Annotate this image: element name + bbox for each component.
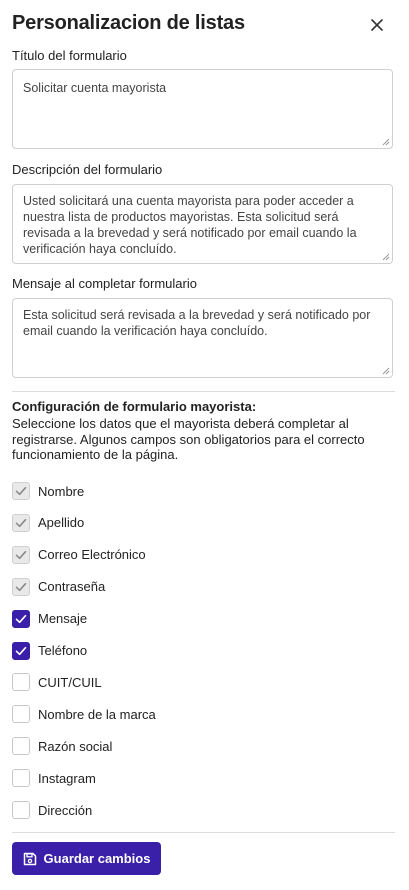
check-icon xyxy=(15,486,27,496)
checkbox-row-contrasena: Contraseña xyxy=(12,577,105,597)
checkbox-label: Dirección xyxy=(38,802,93,818)
divider xyxy=(12,391,395,392)
checkbox[interactable] xyxy=(12,641,30,660)
titulo-label: Título del formulario xyxy=(12,48,127,63)
resize-grip-icon[interactable] xyxy=(382,367,390,375)
checkbox[interactable] xyxy=(12,769,30,788)
checkbox-row-instagram[interactable]: Instagram xyxy=(12,768,96,788)
mensaje-textarea[interactable]: Esta solicitud será revisada a la breved… xyxy=(12,298,393,378)
checkbox[interactable] xyxy=(12,801,30,819)
checkbox-row-apellido: Apellido xyxy=(12,513,84,533)
titulo-value: Solicitar cuenta mayorista xyxy=(23,81,167,95)
checkbox-row-direccion[interactable]: Dirección xyxy=(12,800,92,820)
checkbox xyxy=(12,482,30,500)
checkbox xyxy=(12,545,30,564)
mensaje-label: Mensaje al completar formulario xyxy=(12,276,197,291)
config-title: Configuración de formulario mayorista: xyxy=(12,399,257,414)
checkbox[interactable] xyxy=(12,737,30,756)
save-button-label: Guardar cambios xyxy=(43,851,151,866)
descripcion-label: Descripción del formulario xyxy=(12,162,163,177)
checkbox-row-telefono[interactable]: Teléfono xyxy=(12,641,87,661)
check-icon xyxy=(15,614,27,623)
checkbox xyxy=(12,513,30,532)
checkbox-row-cuit-cuil[interactable]: CUIT/CUIL xyxy=(12,672,102,692)
checkbox-row-mensaje[interactable]: Mensaje xyxy=(12,609,87,629)
checkbox-label: Razón social xyxy=(38,738,113,754)
check-icon xyxy=(15,582,27,591)
mensaje-value: Esta solicitud será revisada a la breved… xyxy=(23,308,371,338)
divider xyxy=(12,832,395,833)
check-icon xyxy=(15,518,27,527)
titulo-textarea[interactable]: Solicitar cuenta mayorista xyxy=(12,69,393,149)
checkbox-row-nombre: Nombre xyxy=(12,481,84,501)
checkbox-label: Mensaje xyxy=(38,611,88,627)
descripcion-textarea[interactable]: Usted solicitará una cuenta mayorista pa… xyxy=(12,184,393,264)
check-icon xyxy=(15,646,27,655)
checkbox[interactable] xyxy=(12,673,30,692)
save-icon xyxy=(23,852,36,865)
checkbox[interactable] xyxy=(12,705,30,724)
checkbox-label: Nombre de la marca xyxy=(38,706,156,722)
check-icon xyxy=(15,550,27,559)
checkbox-label: Contraseña xyxy=(38,579,106,595)
resize-grip-icon[interactable] xyxy=(382,138,390,146)
checkbox-label: CUIT/CUIL xyxy=(38,674,102,690)
checkbox-label: Correo Electrónico xyxy=(38,547,146,563)
checkbox-row-nombre-de-la-marca[interactable]: Nombre de la marca xyxy=(12,704,156,724)
close-icon xyxy=(371,19,383,31)
checkbox xyxy=(12,577,30,596)
checkbox-row-correo-electronico: Correo Electrónico xyxy=(12,545,146,565)
save-button[interactable]: Guardar cambios xyxy=(12,842,161,875)
checkbox-label: Nombre xyxy=(38,483,85,499)
page-title: Personalizacion de listas xyxy=(12,12,245,34)
checkbox-label: Teléfono xyxy=(38,643,88,658)
close-button[interactable] xyxy=(366,14,388,36)
config-description: Seleccione los datos que el mayorista de… xyxy=(12,416,365,462)
descripcion-value: Usted solicitará una cuenta mayorista pa… xyxy=(23,194,357,256)
checkbox[interactable] xyxy=(12,609,30,628)
resize-grip-icon[interactable] xyxy=(382,253,390,261)
checkbox-label: Instagram xyxy=(38,770,96,786)
checkbox-row-razon-social[interactable]: Razón social xyxy=(12,736,112,756)
checkbox-label: Apellido xyxy=(38,515,85,531)
